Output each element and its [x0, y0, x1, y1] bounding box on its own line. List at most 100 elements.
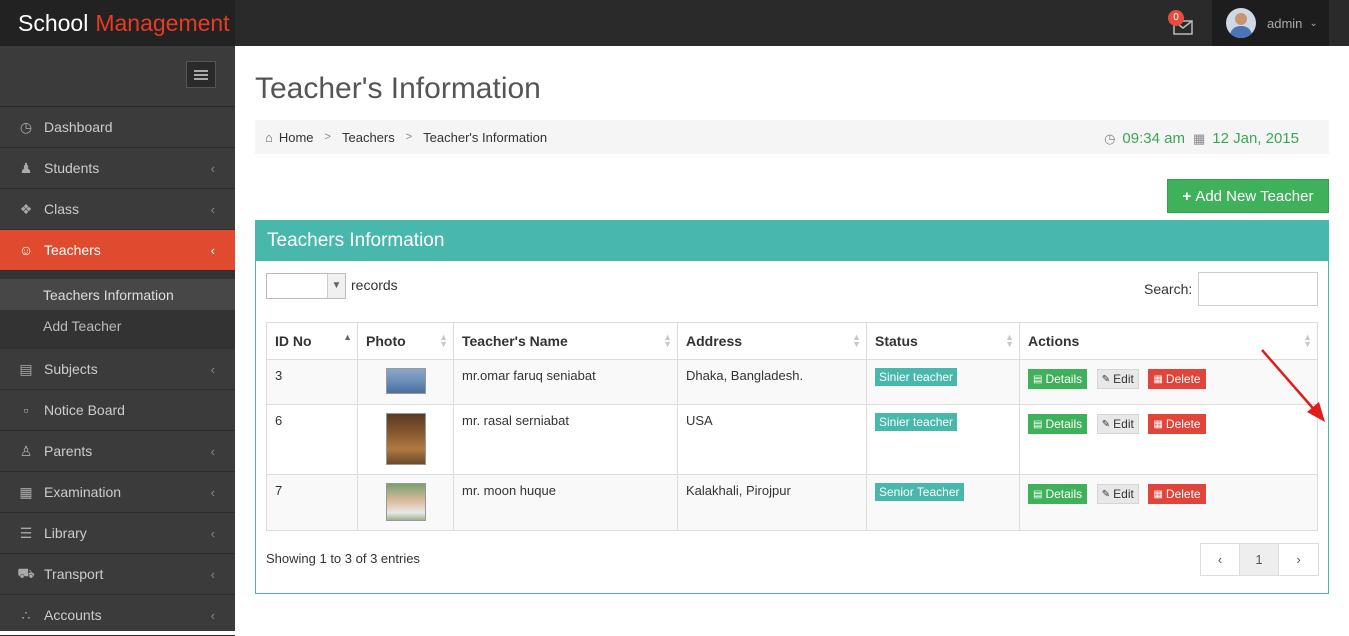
column-header-name[interactable]: Teacher's Name ▲ ▼ — [453, 322, 678, 360]
book-icon: ▤ — [19, 360, 33, 377]
page-title: Teacher's Information — [255, 72, 541, 105]
sidebar-item-label: Teachers — [44, 242, 101, 258]
plus-icon: + — [1182, 187, 1192, 205]
user-menu[interactable]: admin ⌄ — [1212, 0, 1329, 46]
brand-management: Management — [95, 9, 230, 36]
breadcrumb-teachers[interactable]: Teachers — [342, 130, 395, 145]
cell-address: Dhaka, Bangladesh. — [677, 359, 867, 405]
cell-name: mr.omar faruq seniabat — [453, 359, 678, 405]
entries-info: Showing 1 to 3 of 3 entries — [266, 551, 420, 566]
home-icon: ⌂ — [265, 129, 273, 145]
table-row: 3 mr.omar faruq seniabat Dhaka, Banglade… — [266, 359, 1318, 405]
edit-button[interactable]: ✎ Edit — [1096, 484, 1139, 504]
sidebar-item-label: Transport — [44, 566, 104, 582]
chevron-left-icon: ‹ — [210, 566, 215, 582]
details-button[interactable]: ▤ Details — [1028, 484, 1088, 504]
status-badge: Sinier teacher — [875, 368, 958, 386]
main-content: Teacher's Information ⌂ Home > Teachers … — [255, 46, 1329, 631]
list-icon: ☰ — [19, 524, 33, 541]
chevron-left-icon: ‹ — [210, 525, 215, 541]
sidebar-item-accounts[interactable]: ∴ Accounts ‹ — [0, 595, 235, 636]
sidebar-item-students[interactable]: ♟ Students ‹ — [0, 148, 235, 189]
table-icon: ▦ — [19, 483, 33, 500]
user-name: admin — [1267, 15, 1303, 31]
sidebar-item-examination[interactable]: ▦ Examination ‹ — [0, 472, 235, 513]
column-header-address[interactable]: Address ▲ ▼ — [677, 322, 867, 360]
teacher-photo — [385, 413, 426, 465]
column-header-photo[interactable]: Photo ▲ ▼ — [357, 322, 454, 360]
sidebar-item-label: Class — [44, 201, 80, 217]
sidebar-item-subjects[interactable]: ▤ Subjects ‹ — [0, 349, 235, 390]
sidebar-item-class[interactable]: ❖ Class ‹ — [0, 189, 235, 230]
pagination-page-1[interactable]: 1 — [1240, 544, 1279, 575]
sidebar-item-parents[interactable]: ♙ Parents ‹ — [0, 431, 235, 472]
datetime-display: ◷ 09:34 am ▦ 12 Jan, 2015 — [1104, 130, 1299, 147]
avatar — [1226, 8, 1256, 38]
sidebar-item-teachers[interactable]: ☺ Teachers ‹ — [0, 230, 235, 271]
chevron-left-icon: ‹ — [210, 443, 215, 459]
search-input[interactable] — [1198, 272, 1318, 306]
brand-school: School — [18, 9, 89, 36]
file-icon: ▤ — [1033, 488, 1043, 500]
edit-button[interactable]: ✎ Edit — [1096, 414, 1139, 434]
sort-icon: ▲ ▼ — [1005, 332, 1014, 349]
cell-address: USA — [677, 404, 867, 475]
column-header-id[interactable]: ID No ▲ — [266, 322, 358, 360]
share-icon: ∴ — [21, 606, 31, 623]
sidebar-item-label: Students — [44, 160, 100, 176]
cell-photo — [357, 359, 454, 405]
teachers-submenu: Teachers Information Add Teacher — [0, 271, 235, 349]
annotation-arrow-icon — [1261, 349, 1325, 422]
chevron-left-icon: ‹ — [210, 361, 215, 377]
records-per-page-select[interactable]: ▼ — [266, 273, 346, 299]
mail-count-badge: 0 — [1168, 10, 1184, 26]
sidebar-item-label: Parents — [44, 443, 93, 459]
records-label: records — [351, 277, 398, 293]
cell-id: 6 — [266, 404, 358, 475]
sidebar-item-notice-board[interactable]: ▫ Notice Board — [0, 390, 235, 431]
trash-icon: ▦ — [1153, 418, 1163, 430]
delete-button[interactable]: ▦ Delete — [1148, 484, 1206, 504]
delete-button[interactable]: ▦ Delete — [1148, 414, 1206, 434]
calendar-icon: ▦ — [1192, 130, 1206, 146]
subnav-add-teacher[interactable]: Add Teacher — [0, 310, 235, 341]
cell-name: mr. rasal serniabat — [453, 404, 678, 475]
panel-title: Teachers Information — [256, 221, 1328, 261]
table-row: 6 mr. rasal serniabat USA Sinier teacher… — [266, 404, 1318, 475]
add-new-teacher-button[interactable]: + Add New Teacher — [1167, 179, 1329, 213]
menu-toggle-button[interactable] — [186, 61, 216, 88]
delete-button[interactable]: ▦ Delete — [1148, 369, 1206, 389]
pagination-next[interactable]: › — [1279, 544, 1318, 575]
clipboard-icon: ▫ — [23, 402, 29, 418]
breadcrumb-separator: > — [405, 131, 413, 143]
brand-logo[interactable]: School Management — [0, 0, 235, 46]
subnav-teachers-information[interactable]: Teachers Information — [0, 279, 235, 310]
breadcrumb-home[interactable]: Home — [279, 130, 314, 145]
dashboard-icon: ◷ — [19, 118, 33, 135]
chevron-left-icon: ‹ — [210, 160, 215, 176]
sidebar-item-transport[interactable]: ⛟ Transport ‹ — [0, 554, 235, 595]
pagination: ‹ 1 › — [1200, 543, 1319, 576]
sidebar-item-dashboard[interactable]: ◷ Dashboard — [0, 107, 235, 148]
breadcrumb-current: Teacher's Information — [423, 129, 548, 145]
chevron-left-icon: ‹ — [210, 242, 215, 258]
sidebar: ◷ Dashboard ♟ Students ‹ ❖ Class ‹ ☺ Tea… — [0, 46, 235, 636]
edit-button[interactable]: ✎ Edit — [1096, 369, 1139, 389]
column-header-status[interactable]: Status ▲ ▼ — [866, 322, 1020, 360]
sidebar-item-label: Notice Board — [44, 402, 125, 418]
users-icon: ♟ — [19, 159, 33, 176]
trash-icon: ▦ — [1153, 373, 1163, 385]
teachers-panel: Teachers Information ▼ records Search: I… — [255, 220, 1329, 594]
teachers-table: ID No ▲ Photo ▲ ▼ Teacher's Name ▲ ▼ Address ▲… — [266, 322, 1318, 531]
chevron-left-icon: ‹ — [210, 201, 215, 217]
file-icon: ▤ — [1033, 373, 1043, 385]
teacher-photo — [385, 483, 426, 521]
details-button[interactable]: ▤ Details — [1028, 369, 1088, 389]
status-badge: Sinier teacher — [875, 413, 958, 431]
pagination-prev[interactable]: ‹ — [1201, 544, 1240, 575]
breadcrumb: ⌂ Home > Teachers > Teacher's Informatio… — [255, 120, 1329, 154]
table-row: 7 mr. moon huque Kalakhali, Pirojpur Sen… — [266, 474, 1318, 531]
cell-id: 3 — [266, 359, 358, 405]
sidebar-item-library[interactable]: ☰ Library ‹ — [0, 513, 235, 554]
details-button[interactable]: ▤ Details — [1028, 414, 1088, 434]
